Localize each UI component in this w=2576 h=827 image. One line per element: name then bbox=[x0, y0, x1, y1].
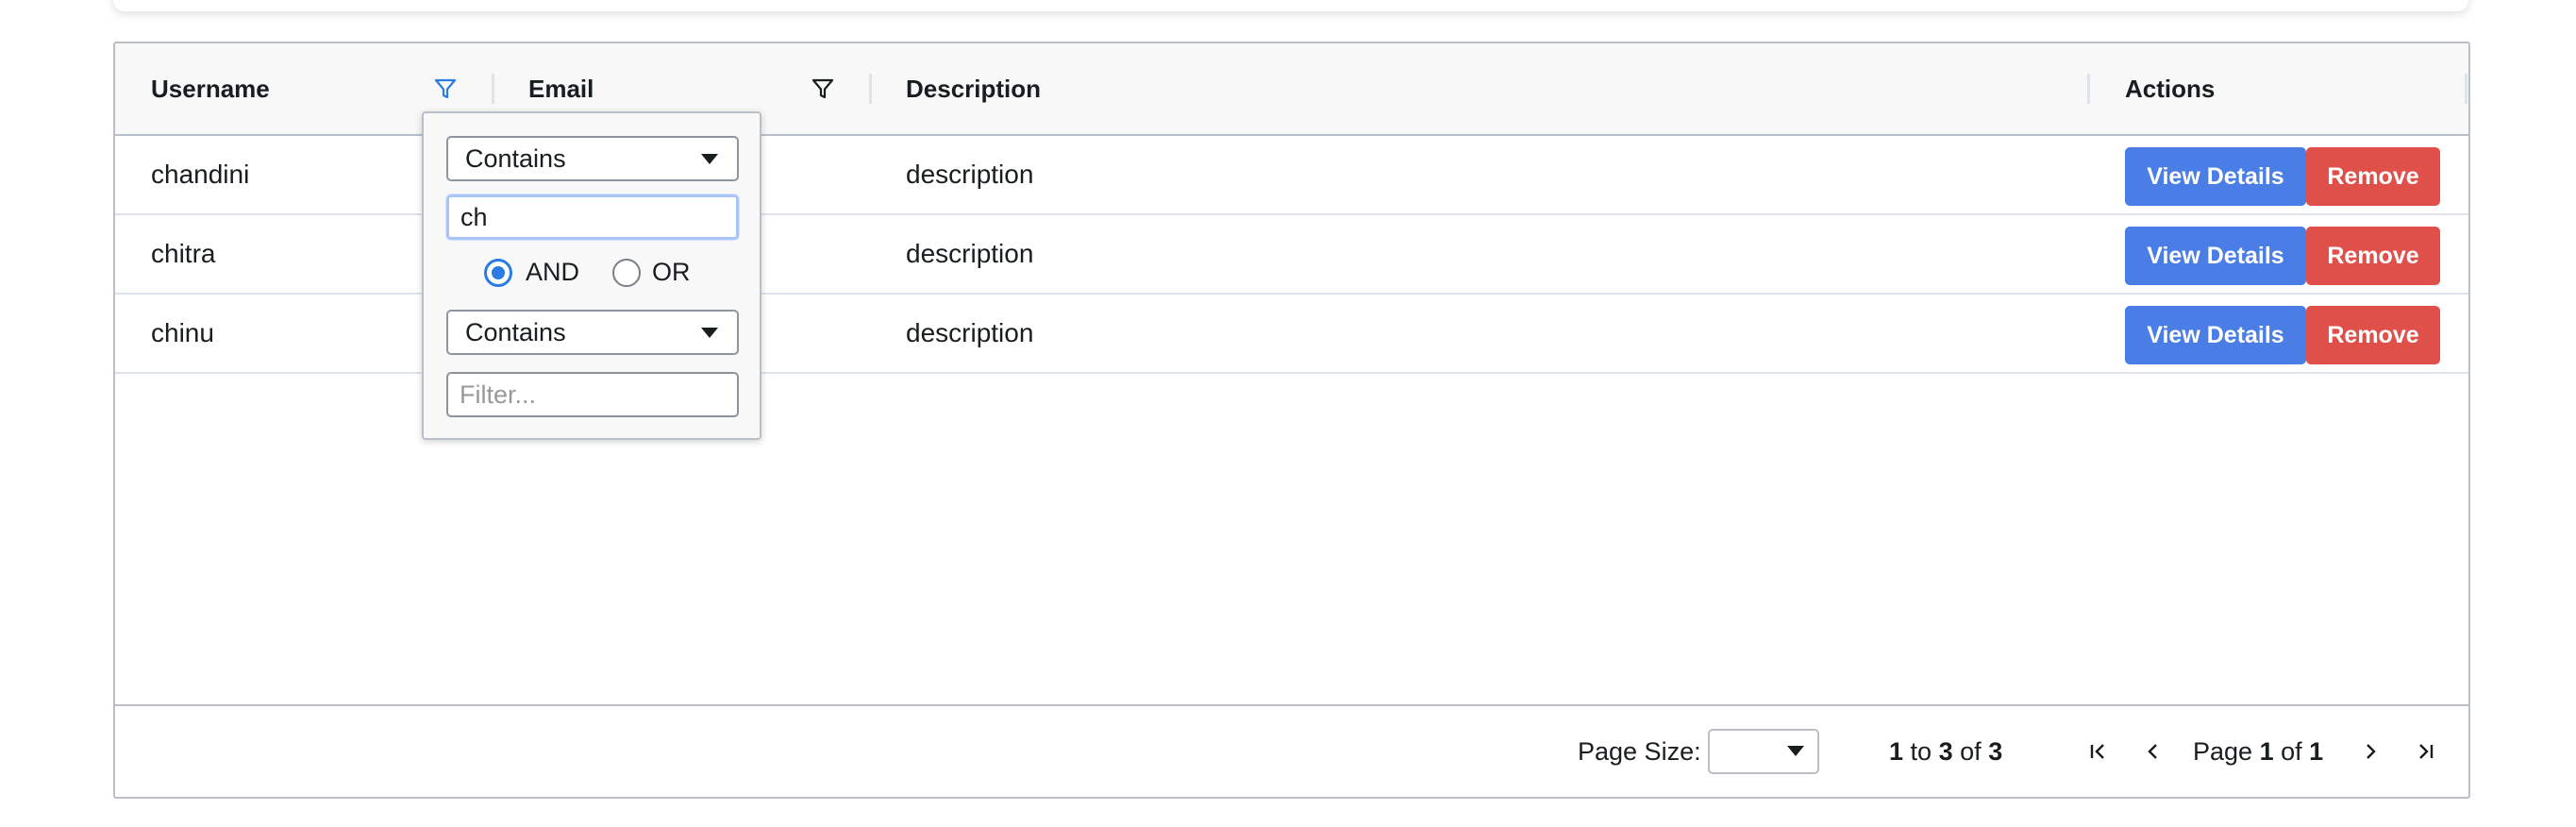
filter-condition-1-select[interactable]: Contains bbox=[446, 136, 739, 181]
filter-join-operator: AND OR bbox=[424, 253, 760, 291]
remove-button[interactable]: Remove bbox=[2306, 227, 2440, 285]
column-header-actions[interactable]: Actions bbox=[2125, 43, 2215, 134]
first-page-icon[interactable] bbox=[2083, 736, 2114, 767]
of-word: of bbox=[1960, 736, 1982, 766]
filter-condition-2-value: Contains bbox=[465, 317, 566, 346]
page-indicator: Page 1 of 1 bbox=[2193, 706, 2323, 797]
row-total: 3 bbox=[1988, 736, 2003, 766]
description-cell[interactable]: description bbox=[906, 295, 1033, 372]
username-cell[interactable]: chinu bbox=[151, 295, 214, 372]
username-cell[interactable]: chandini bbox=[151, 136, 249, 213]
dropdown-caret-icon bbox=[701, 154, 718, 164]
column-resize-handle[interactable] bbox=[492, 74, 494, 104]
description-cell[interactable]: description bbox=[906, 136, 1033, 213]
or-label: OR bbox=[652, 257, 691, 286]
previous-page-icon[interactable] bbox=[2138, 736, 2168, 767]
and-radio[interactable] bbox=[484, 259, 512, 287]
filter-condition-2-input[interactable] bbox=[446, 372, 739, 417]
filter-condition-2-select[interactable]: Contains bbox=[446, 310, 739, 355]
column-header-username[interactable]: Username bbox=[151, 43, 270, 134]
row-from: 1 bbox=[1889, 736, 1904, 766]
pagination-panel: Page Size: 1 to 3 of 3 Page 1 of 1 bbox=[115, 704, 2468, 797]
column-resize-handle[interactable] bbox=[2465, 74, 2467, 104]
filter-condition-1-input[interactable] bbox=[446, 194, 739, 240]
column-resize-handle[interactable] bbox=[2087, 74, 2090, 104]
next-page-icon[interactable] bbox=[2355, 736, 2385, 767]
dropdown-caret-icon bbox=[1787, 746, 1804, 756]
remove-button[interactable]: Remove bbox=[2306, 306, 2440, 364]
page-current: 1 bbox=[2259, 736, 2274, 766]
column-filter-popup: Contains AND OR Contains bbox=[422, 111, 761, 440]
remove-button[interactable]: Remove bbox=[2306, 147, 2440, 206]
column-header-description[interactable]: Description bbox=[906, 43, 1041, 134]
row-summary: 1 to 3 of 3 bbox=[1889, 706, 2002, 797]
and-label: AND bbox=[526, 257, 580, 286]
page-of-word: of bbox=[2281, 736, 2302, 766]
view-details-button[interactable]: View Details bbox=[2125, 306, 2306, 364]
username-cell[interactable]: chitra bbox=[151, 215, 215, 293]
page-size-select[interactable] bbox=[1708, 729, 1819, 774]
column-resize-handle[interactable] bbox=[869, 74, 872, 104]
last-page-icon[interactable] bbox=[2410, 736, 2440, 767]
page-size-label: Page Size: bbox=[1578, 736, 1701, 766]
filter-icon[interactable] bbox=[810, 76, 836, 102]
or-radio[interactable] bbox=[612, 259, 641, 287]
page-word: Page bbox=[2193, 736, 2253, 766]
page-total: 1 bbox=[2309, 736, 2324, 766]
description-cell[interactable]: description bbox=[906, 215, 1033, 293]
dropdown-caret-icon bbox=[701, 328, 718, 338]
view-details-button[interactable]: View Details bbox=[2125, 147, 2306, 206]
filter-active-icon[interactable] bbox=[432, 76, 459, 102]
filter-condition-1-value: Contains bbox=[465, 143, 566, 173]
row-to: 3 bbox=[1938, 736, 1953, 766]
view-details-button[interactable]: View Details bbox=[2125, 227, 2306, 285]
to-word: to bbox=[1910, 736, 1932, 766]
top-card bbox=[113, 0, 2468, 11]
